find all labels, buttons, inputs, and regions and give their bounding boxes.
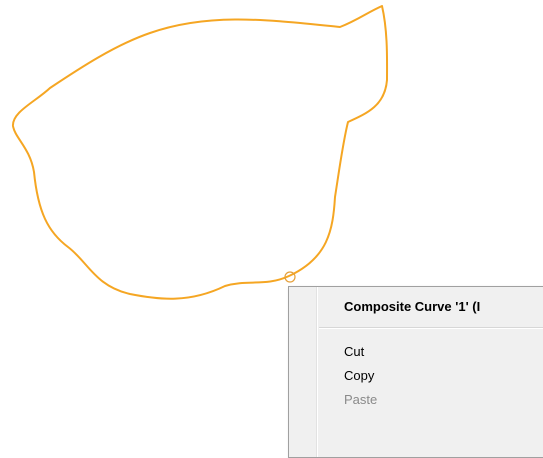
menu-item-paste[interactable]: Paste — [289, 389, 543, 411]
composite-curve[interactable] — [11, 5, 389, 300]
context-menu: Composite Curve '1' (I Cut Copy Paste — [288, 286, 543, 458]
menu-separator — [319, 327, 543, 329]
menu-item-cut[interactable]: Cut — [289, 341, 543, 363]
menu-item-copy[interactable]: Copy — [289, 365, 543, 387]
menu-header-composite-curve: Composite Curve '1' (I — [344, 299, 481, 314]
